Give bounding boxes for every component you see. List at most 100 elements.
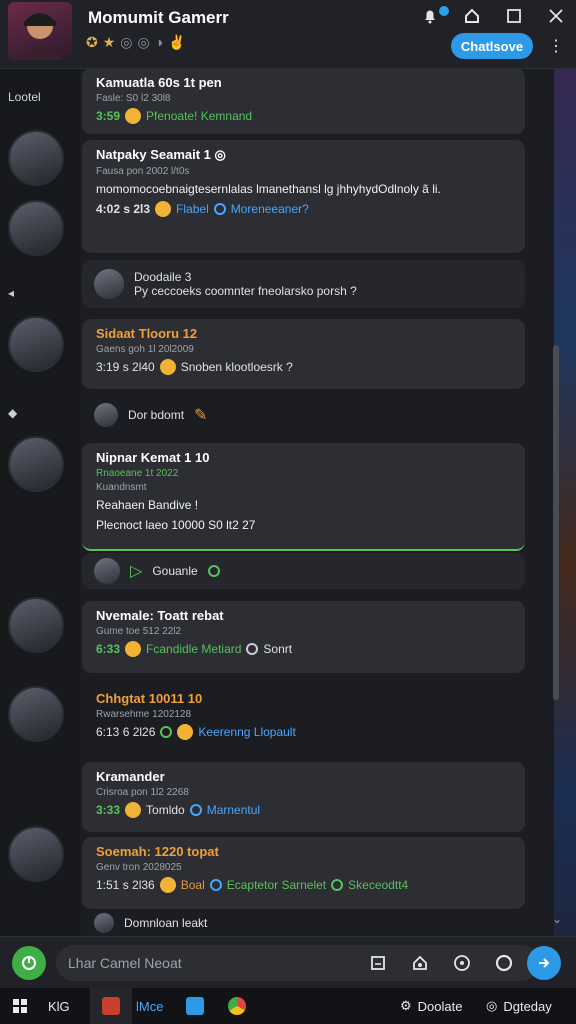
sub-meta: Kuandnsmt <box>96 482 147 493</box>
message-card[interactable]: Nipnar Kemat 1 10 Rnaoeane 1t 2022 Kuand… <box>82 443 525 551</box>
section-label: Lootel <box>8 90 41 104</box>
avatar <box>94 913 114 933</box>
score: 6:33 <box>96 642 121 656</box>
message-line: 6:33 Fcandidle Metiard Sonrt <box>96 641 511 657</box>
check-icon <box>207 565 220 577</box>
guitar-icon: ✎ <box>194 407 208 424</box>
message-card[interactable]: Kramander Crisroa pon 1l2 2268 3:33 Toml… <box>82 762 525 832</box>
message-body: Reahaen Bandive ! <box>96 498 199 512</box>
smile-emoji-icon <box>159 359 176 375</box>
timestamp: Fausa pon 2002 l/t0s <box>96 166 190 177</box>
app-title: Momumit Gamerr <box>88 8 229 27</box>
message-card[interactable]: Soemah: 1220 topat Genv tron 2028025 1:5… <box>82 837 525 909</box>
smile-emoji-icon <box>125 108 142 124</box>
avatar[interactable] <box>8 200 64 256</box>
reply-card[interactable]: Doodaile 3 Py ceccoeks coomnter fneolars… <box>82 260 525 308</box>
more-options-icon[interactable]: ⋮ <box>548 36 564 56</box>
avatar <box>94 558 120 584</box>
notification-dot <box>438 5 450 17</box>
taskbar-item-active[interactable] <box>90 988 132 1024</box>
attachment-icon[interactable] <box>368 953 388 973</box>
smile-emoji-icon <box>125 641 142 657</box>
message-text: Boal <box>180 878 205 892</box>
clock-icon <box>246 643 259 655</box>
emoji-icon[interactable] <box>452 953 472 973</box>
scrollbar[interactable] <box>553 345 559 700</box>
message-card[interactable]: Chhgtat 10011 10 Rwarsehme 1202128 6:13 … <box>82 684 525 758</box>
verified-icon <box>213 203 226 215</box>
profile-avatar[interactable] <box>8 2 72 60</box>
message-line: 3:59 Pfenoate! Kemnand <box>96 108 511 124</box>
message-text: Ecaptetor Sarnelet <box>226 878 327 892</box>
taskbar-item[interactable]: ◎ Dgteday <box>486 998 552 1014</box>
sender-name: Nvemale: Toatt rebat <box>96 608 224 623</box>
reply-card[interactable]: ▷ Gouanle <box>82 553 525 589</box>
message-text: Tomldo <box>146 803 185 817</box>
taskbar: KlG lMce ⚙ Doolate ◎ Dgteday <box>0 988 576 1024</box>
verified-icon <box>209 879 222 891</box>
taskbar-label: Dgteday <box>503 998 552 1014</box>
timestamp: Genv tron 2028025 <box>96 862 182 873</box>
chevron-down-icon[interactable]: ⌄ <box>552 912 562 926</box>
reply-card[interactable]: Domnloan leakt <box>82 912 525 934</box>
shield-icon: ◆ <box>8 406 18 420</box>
record-icon[interactable] <box>494 953 514 973</box>
mail-icon <box>102 997 120 1015</box>
avatar[interactable] <box>8 316 64 372</box>
maximize-icon[interactable] <box>504 6 524 26</box>
timestamp: Fasle: S0 l2 30l8 <box>96 93 171 104</box>
chat-action-button[interactable]: Chatlsove <box>451 33 533 59</box>
score: 4:02 s 2l3 <box>96 202 151 216</box>
message-line: 3:19 s 2l40 Snoben klootloesrk ? <box>96 359 511 375</box>
message-body: Plecnoct laeo 10000 S0 lt2 27 <box>96 518 256 532</box>
taskbar-item[interactable]: lMce <box>136 999 163 1014</box>
sender-name: Nipnar Kemat 1 10 <box>96 450 210 465</box>
home-icon[interactable] <box>462 6 482 26</box>
message-text: Snoben klootloesrk ? <box>180 360 293 374</box>
link-text[interactable]: Flabel <box>176 202 209 216</box>
message-card[interactable]: Nvemale: Toatt rebat Gume toe 512 22l2 6… <box>82 601 525 673</box>
message-text: Fcandidle Metiard <box>146 642 242 656</box>
avatar[interactable] <box>8 826 64 882</box>
timestamp: Gume toe 512 22l2 <box>96 626 182 637</box>
reply-text: Domnloan leakt <box>124 916 208 930</box>
voice-button[interactable] <box>12 946 46 980</box>
notification-icon[interactable] <box>420 6 440 26</box>
browser-icon <box>228 997 246 1015</box>
avatar[interactable] <box>8 130 64 186</box>
reply-text: Dor bdomt <box>128 408 185 422</box>
message-line: 1:51 s 2l36 Boal Ecaptetor Sarnelet Skec… <box>96 877 511 893</box>
chevron-left-icon[interactable]: ◂ <box>8 286 14 300</box>
badge-icon: ✪ <box>86 34 98 50</box>
taskbar-item[interactable]: ⚙ Doolate <box>400 998 462 1014</box>
message-text: Marnentul <box>206 803 261 817</box>
message-body: momomocoebnaigtesernlalas lmanethansl lg… <box>96 182 441 196</box>
avatar[interactable] <box>8 436 64 492</box>
gamepad-icon: ◎ <box>486 998 498 1013</box>
message-card[interactable]: Natpaky Seamait 1 ◎ Fausa pon 2002 l/t0s… <box>82 140 525 253</box>
message-card[interactable]: Kamuatla 60s 1t pen Fasle: S0 l2 30l8 3:… <box>82 68 525 134</box>
reply-text: Gouanle <box>152 564 198 578</box>
close-icon[interactable] <box>546 6 566 26</box>
reply-card[interactable]: Dor bdomt ✎ <box>82 396 525 434</box>
start-button[interactable] <box>12 998 28 1014</box>
avatar[interactable] <box>8 597 64 653</box>
taskbar-label: lMce <box>136 998 164 1014</box>
taskbar-item[interactable]: KlG <box>48 999 70 1014</box>
reply-author: Doodaile 3 <box>134 270 192 284</box>
send-button[interactable] <box>527 946 561 980</box>
taskbar-item[interactable] <box>186 997 204 1015</box>
timestamp: Rwarsehme 1202128 <box>96 709 192 720</box>
avatar <box>94 269 124 299</box>
avatar <box>94 403 118 427</box>
link-text[interactable]: Moreneeaner? <box>231 202 309 216</box>
avatar[interactable] <box>8 686 64 742</box>
taskbar-item[interactable] <box>228 997 246 1015</box>
message-card[interactable]: Sidaat Tlooru 12 Gaens goh 1l 20l2009 3:… <box>82 319 525 389</box>
message-line: 4:02 s 2l3 Flabel Moreneeaner? <box>96 201 511 217</box>
reply-text: Py ceccoeks coomnter fneolarsko porsh ? <box>134 284 357 298</box>
sender-name: Kamuatla 60s 1t pen <box>96 75 222 90</box>
smile-emoji-icon <box>125 802 142 818</box>
score: 3:33 <box>96 803 121 817</box>
image-icon[interactable] <box>410 953 430 973</box>
